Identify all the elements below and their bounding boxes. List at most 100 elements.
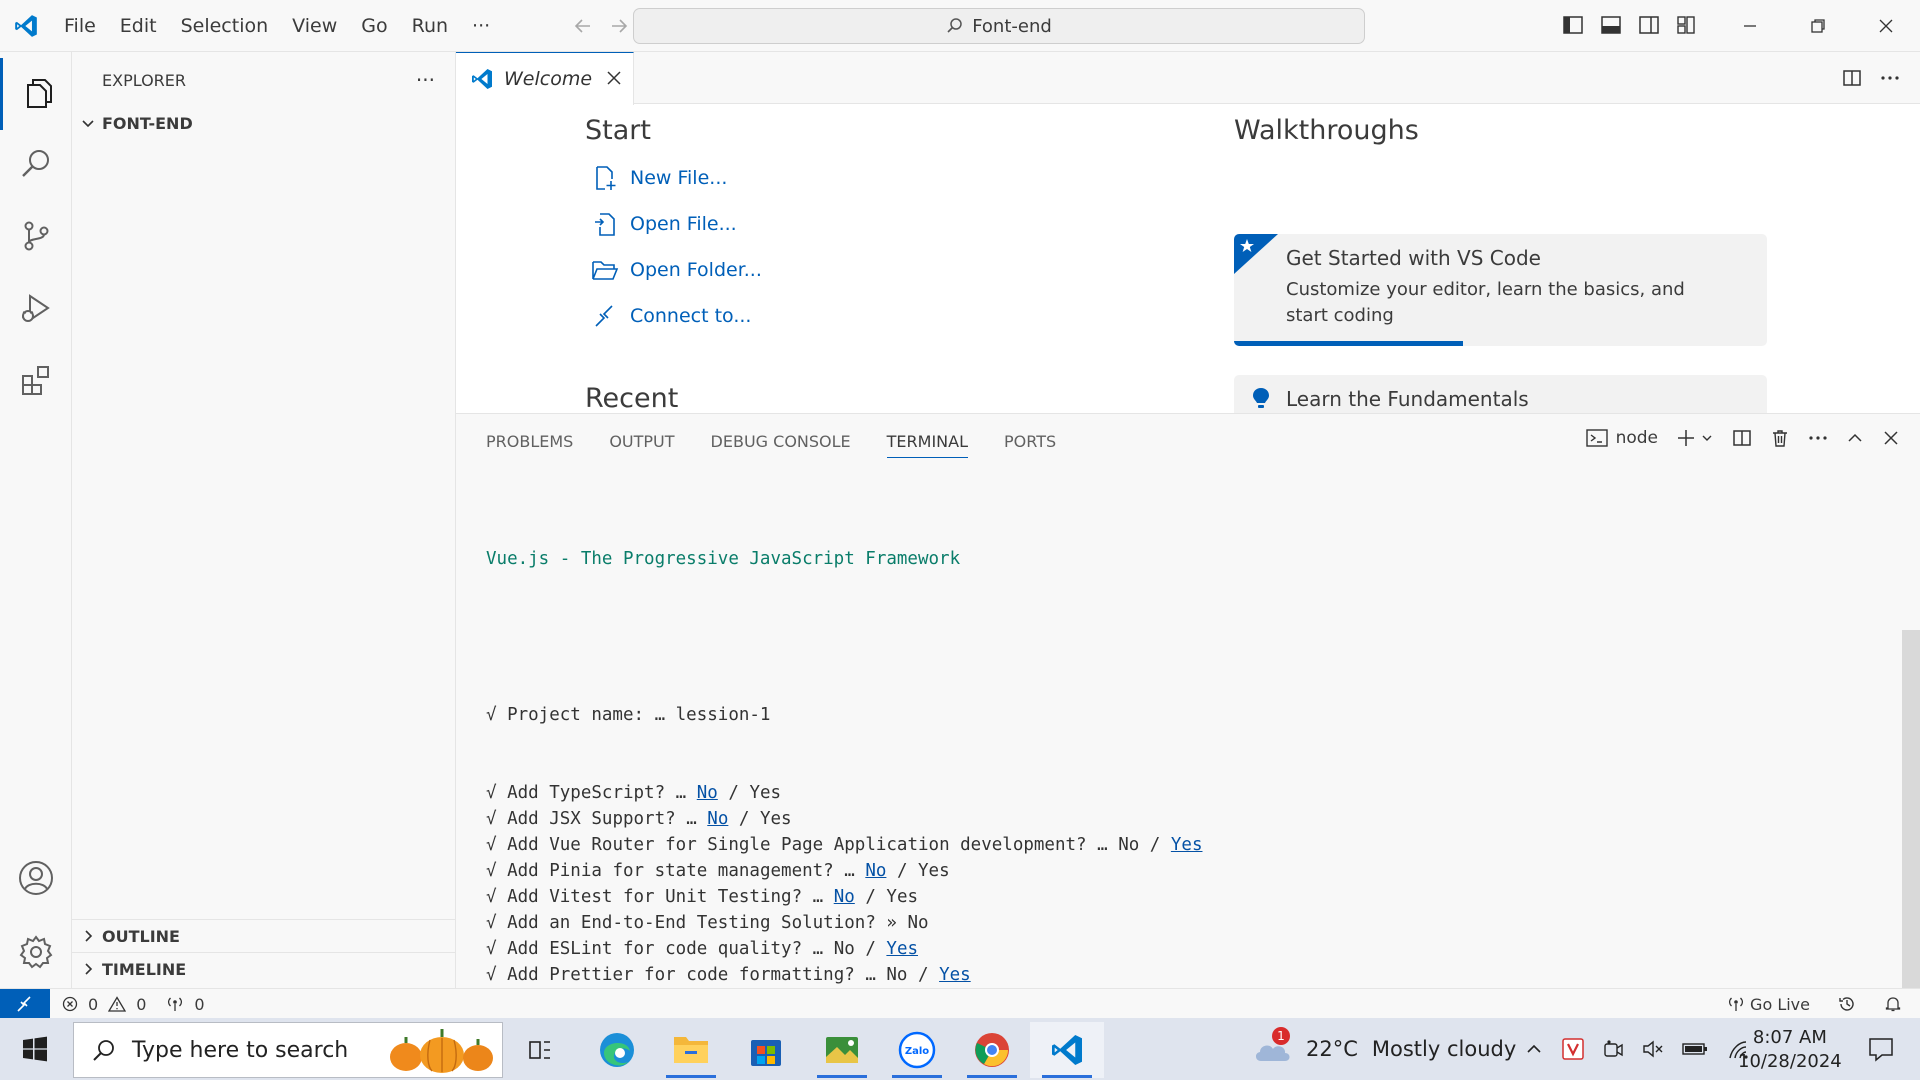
answer-separator: / <box>728 809 760 829</box>
terminal-line: √ Add Pinia for state management? … No /… <box>486 858 1234 884</box>
terminal-check-mark: √ <box>486 939 497 959</box>
terminal-icon <box>1585 428 1608 448</box>
split-editor-icon[interactable] <box>1842 68 1862 88</box>
answer-yes: Yes <box>1170 835 1203 855</box>
close-tab-icon[interactable] <box>605 69 623 87</box>
volume-muted-icon[interactable] <box>1642 1038 1664 1060</box>
tab-debug-console[interactable]: DEBUG CONSOLE <box>711 432 851 458</box>
answer-no: No <box>833 939 855 959</box>
menu-go[interactable]: Go <box>349 0 399 52</box>
status-problems[interactable]: 0 0 0 <box>62 989 205 1019</box>
menu-file[interactable]: File <box>52 0 108 52</box>
command-center[interactable]: Font-end <box>633 8 1365 44</box>
svg-text:Zalo: Zalo <box>905 1046 929 1057</box>
menu-run[interactable]: Run <box>400 0 460 52</box>
explorer-more-actions[interactable]: ··· <box>416 68 435 92</box>
tab-output[interactable]: OUTPUT <box>609 432 674 458</box>
tab-welcome[interactable]: Welcome <box>456 52 634 105</box>
outline-section[interactable]: OUTLINE <box>72 919 456 952</box>
battery-icon[interactable] <box>1682 1038 1708 1060</box>
walkthrough-fundamentals[interactable]: Learn the Fundamentals <box>1234 375 1767 413</box>
terminal-scrollbar[interactable] <box>1902 630 1920 988</box>
action-center-icon[interactable] <box>1868 1036 1894 1062</box>
answer-no: No <box>865 861 887 881</box>
taskbar-search-box[interactable]: Type here to search <box>73 1022 503 1078</box>
go-live-button[interactable]: Go Live <box>1728 995 1810 1014</box>
toggle-primary-sidebar-icon[interactable] <box>1562 14 1584 36</box>
terminal-check-mark: √ <box>486 913 497 933</box>
menu-more[interactable]: ··· <box>460 0 502 52</box>
terminal-question: Add Vitest for Unit Testing? … <box>507 887 834 907</box>
pumpkins-icon <box>386 1025 498 1075</box>
vivaldi-tray-icon[interactable] <box>1562 1038 1584 1060</box>
new-file-link[interactable]: New File... <box>590 165 727 191</box>
folder-font-end[interactable]: FONT-END <box>72 108 455 138</box>
close-panel-icon[interactable] <box>1882 429 1900 447</box>
search-view-icon[interactable] <box>0 128 72 200</box>
editor-more-icon[interactable] <box>1880 68 1900 88</box>
edge-browser-icon[interactable] <box>580 1022 654 1078</box>
taskbar-clock[interactable]: 8:07 AM 10/28/2024 <box>1738 1026 1842 1074</box>
forward-arrow-icon[interactable] <box>608 15 630 37</box>
source-control-icon[interactable] <box>0 200 72 272</box>
tab-ports[interactable]: PORTS <box>1004 432 1056 458</box>
trash-icon[interactable] <box>1770 428 1790 448</box>
walkthrough-get-started[interactable]: Get Started with VS Code Customize your … <box>1234 234 1767 346</box>
settings-gear-icon[interactable] <box>0 916 72 988</box>
file-explorer-icon[interactable] <box>654 1022 728 1078</box>
editor-area: Welcome Start New File... Open File... O… <box>456 52 1920 413</box>
layout-controls <box>1562 14 1698 36</box>
extensions-icon[interactable] <box>0 344 72 416</box>
toggle-secondary-sidebar-icon[interactable] <box>1638 14 1660 36</box>
chevron-down-icon[interactable] <box>1700 431 1714 445</box>
zalo-app-icon[interactable]: Zalo <box>880 1022 954 1078</box>
warning-count: 0 <box>136 994 147 1014</box>
terminal-output[interactable]: Vue.js - The Progressive JavaScript Fram… <box>486 494 1234 1066</box>
open-file-link[interactable]: Open File... <box>590 211 737 237</box>
chrome-browser-icon[interactable] <box>955 1022 1029 1078</box>
back-arrow-icon[interactable] <box>572 15 594 37</box>
run-debug-icon[interactable] <box>0 272 72 344</box>
search-icon <box>946 17 964 35</box>
notifications-bell-icon[interactable] <box>1884 995 1902 1013</box>
vscode-taskbar-icon[interactable] <box>1030 1022 1104 1078</box>
toggle-panel-icon[interactable] <box>1600 14 1622 36</box>
nav-arrows <box>572 15 630 37</box>
weather-widget[interactable]: 1 22°C Mostly cloudy <box>1252 1018 1516 1080</box>
answer-separator: / <box>717 783 750 803</box>
remote-indicator-icon[interactable] <box>0 989 50 1019</box>
microsoft-store-icon[interactable] <box>729 1022 803 1078</box>
restore-icon[interactable] <box>1784 0 1852 52</box>
history-icon[interactable] <box>1838 995 1856 1013</box>
panel-more-icon[interactable] <box>1808 428 1828 448</box>
minimize-icon[interactable] <box>1716 0 1784 52</box>
explorer-icon[interactable] <box>0 58 72 130</box>
task-view-icon[interactable] <box>503 1022 577 1078</box>
timeline-section[interactable]: TIMELINE <box>72 952 456 985</box>
meet-now-icon[interactable] <box>1602 1038 1624 1060</box>
maximize-panel-icon[interactable] <box>1846 429 1864 447</box>
chevron-up-icon[interactable] <box>1524 1039 1544 1059</box>
open-folder-link[interactable]: Open Folder... <box>590 257 762 283</box>
terminal-line: √ Add JSX Support? … No / Yes <box>486 806 1234 832</box>
menu-selection[interactable]: Selection <box>169 0 281 52</box>
lightbulb-icon <box>1252 387 1270 411</box>
windows-start-icon[interactable] <box>0 1018 70 1080</box>
new-file-label: New File... <box>630 167 728 189</box>
close-window-icon[interactable] <box>1852 0 1920 52</box>
tab-problems[interactable]: PROBLEMS <box>486 432 573 458</box>
menu-view[interactable]: View <box>280 0 349 52</box>
split-terminal-icon[interactable] <box>1732 428 1752 448</box>
tab-terminal[interactable]: TERMINAL <box>886 432 969 458</box>
new-terminal-button[interactable] <box>1676 428 1714 448</box>
get-started-title: Get Started with VS Code <box>1286 246 1541 270</box>
customize-layout-icon[interactable] <box>1676 14 1698 36</box>
terminal-answer: No <box>907 913 929 933</box>
photos-app-icon[interactable] <box>805 1022 879 1078</box>
accounts-icon[interactable] <box>0 842 72 914</box>
menu-edit[interactable]: Edit <box>108 0 169 52</box>
connect-to-label: Connect to... <box>630 305 752 327</box>
connect-to-link[interactable]: Connect to... <box>590 303 751 329</box>
error-count: 0 <box>88 994 99 1014</box>
terminal-selector[interactable]: node <box>1585 428 1658 448</box>
